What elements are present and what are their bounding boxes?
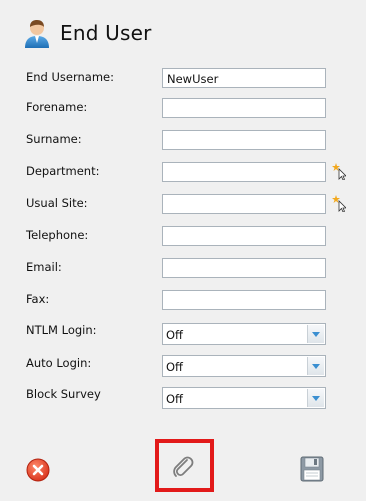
end-username-input[interactable]: NewUser <box>162 68 326 88</box>
forename-input[interactable] <box>162 98 326 118</box>
surname-label: Surname: <box>26 132 82 146</box>
ntlm-login-row: NTLM Login: Off <box>0 323 366 345</box>
usual-site-label: Usual Site: <box>26 196 88 210</box>
end-username-label: End Username: <box>26 70 115 84</box>
block-survey-row: Block Survey Off <box>0 387 366 409</box>
surname-row: Surname: <box>0 130 366 152</box>
user-icon <box>25 20 49 48</box>
ntlm-login-label: NTLM Login: <box>26 323 97 337</box>
department-label: Department: <box>26 164 100 178</box>
save-disk-icon[interactable] <box>300 456 324 482</box>
ntlm-login-value: Off <box>166 328 183 342</box>
telephone-label: Telephone: <box>26 228 89 242</box>
ntlm-login-select[interactable]: Off <box>162 323 326 345</box>
lookup-picker-icon[interactable] <box>332 162 346 180</box>
email-row: Email: <box>0 258 366 280</box>
header: End User <box>22 16 152 50</box>
block-survey-label: Block Survey <box>26 387 101 401</box>
usual-site-row: Usual Site: <box>0 194 366 216</box>
department-input[interactable] <box>162 162 326 182</box>
auto-login-label: Auto Login: <box>26 356 92 370</box>
email-label: Email: <box>26 260 62 274</box>
end-username-row: End Username: NewUser <box>0 68 366 90</box>
telephone-row: Telephone: <box>0 226 366 248</box>
auto-login-row: Auto Login: Off <box>0 355 366 377</box>
block-survey-select[interactable]: Off <box>162 387 326 409</box>
surname-input[interactable] <box>162 130 326 150</box>
auto-login-select[interactable]: Off <box>162 355 326 377</box>
fax-label: Fax: <box>26 292 50 306</box>
usual-site-input[interactable] <box>162 194 326 214</box>
cancel-icon[interactable] <box>26 458 50 482</box>
fax-row: Fax: <box>0 290 366 312</box>
chevron-down-icon[interactable] <box>307 389 324 407</box>
lookup-picker-icon[interactable] <box>332 194 346 212</box>
department-row: Department: <box>0 162 366 184</box>
chevron-down-icon[interactable] <box>307 357 324 375</box>
forename-row: Forename: <box>0 98 366 120</box>
auto-login-value: Off <box>166 360 183 374</box>
email-input[interactable] <box>162 258 326 278</box>
paperclip-icon[interactable] <box>170 455 196 481</box>
fax-input[interactable] <box>162 290 326 310</box>
block-survey-value: Off <box>166 392 183 406</box>
telephone-input[interactable] <box>162 226 326 246</box>
chevron-down-icon[interactable] <box>307 325 324 343</box>
page-title: End User <box>60 21 152 45</box>
forename-label: Forename: <box>26 100 88 114</box>
